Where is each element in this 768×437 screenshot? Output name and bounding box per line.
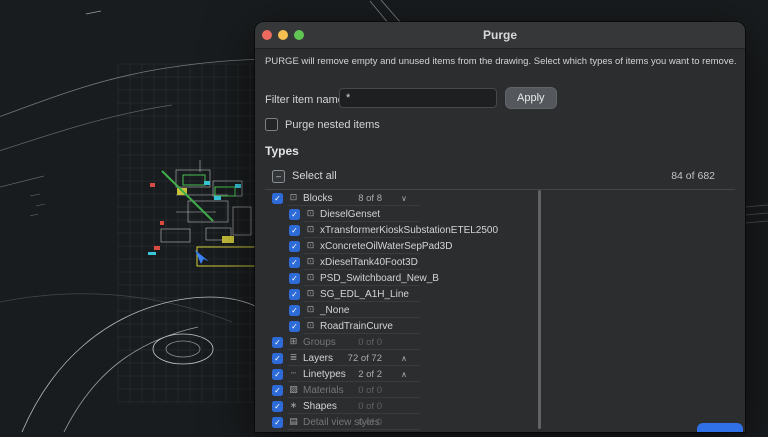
apply-button[interactable]: Apply [505, 87, 557, 109]
zoom-button[interactable] [294, 30, 304, 40]
chevron-up-icon[interactable]: ∧ [397, 370, 411, 379]
type-row-sg-edl-a1h-line[interactable]: ✓ ⊡ SG_EDL_A1H_Line [265, 286, 735, 302]
row-checkbox[interactable]: ✓ [272, 192, 283, 204]
row-count: 8 of 8 [358, 192, 382, 204]
row-checkbox[interactable]: ✓ [289, 272, 300, 284]
type-row-layers[interactable]: ✓ ≣ Layers 72 of 72 ∧ [265, 350, 735, 366]
row-checkbox[interactable]: ✓ [289, 304, 300, 316]
type-row-xdieseltank40foot3d[interactable]: ✓ ⊡ xDieselTank40Foot3D [265, 254, 735, 270]
shape-icon: ∗ [289, 401, 298, 411]
row-checkbox[interactable]: ✓ [272, 368, 283, 380]
row-label: Layers [303, 352, 334, 364]
row-checkbox[interactable]: ✓ [272, 352, 283, 364]
group-icon: ⊞ [289, 337, 298, 347]
purge-button[interactable] [697, 423, 743, 432]
row-label: PSD_Switchboard_New_B [320, 272, 439, 284]
row-count: 0 of 0 [358, 336, 382, 348]
type-row-xtransformerkiosksubstationetel2500[interactable]: ✓ ⊡ xTransformerKioskSubstationETEL2500 [265, 222, 735, 238]
row-label: Blocks [303, 192, 333, 204]
row-checkbox[interactable]: ✓ [289, 288, 300, 300]
select-all-row[interactable]: – Select all [265, 168, 337, 184]
block-icon: ⊡ [306, 257, 315, 267]
filter-label: Filter item names [265, 94, 350, 106]
filter-input[interactable] [339, 88, 497, 108]
types-heading: Types [265, 144, 299, 158]
row-checkbox[interactable]: ✓ [272, 336, 283, 348]
select-all-checkbox[interactable]: – [272, 169, 285, 183]
row-label: _None [320, 304, 350, 316]
dialog-titlebar[interactable]: Purge [255, 22, 745, 49]
row-count: 72 of 72 [347, 352, 382, 364]
type-row-blocks[interactable]: ✓ ⊡ Blocks 8 of 8 ∨ [265, 190, 735, 206]
block-icon: ⊡ [306, 321, 315, 331]
row-checkbox[interactable]: ✓ [289, 224, 300, 236]
row-label: SG_EDL_A1H_Line [320, 288, 409, 300]
minimize-button[interactable] [278, 30, 288, 40]
traffic-lights [262, 30, 304, 40]
row-label: RoadTrainCurve [320, 320, 393, 332]
purge-nested-label: Purge nested items [285, 118, 380, 131]
purge-nested-row[interactable]: Purge nested items [265, 118, 380, 131]
type-row-xconcreteoilwaterseppad3d[interactable]: ✓ ⊡ xConcreteOilWaterSepPad3D [265, 238, 735, 254]
row-label: Shapes [303, 400, 337, 412]
type-row-materials[interactable]: ✓ ▨ Materials 0 of 0 [265, 382, 735, 398]
type-row-detail-view-styles[interactable]: ✓ ▤ Detail view styles 0 of 0 [265, 414, 735, 430]
row-count: 0 of 0 [358, 416, 382, 428]
chevron-up-icon[interactable]: ∧ [397, 354, 411, 363]
type-row-roadtraincurve[interactable]: ✓ ⊡ RoadTrainCurve [265, 318, 735, 334]
block-icon: ⊡ [306, 289, 315, 299]
row-count: 2 of 2 [358, 368, 382, 380]
dialog-content: PURGE will remove empty and unused items… [255, 49, 745, 432]
row-label: Materials [303, 384, 344, 396]
dialog-description: PURGE will remove empty and unused items… [265, 56, 737, 67]
block-icon: ⊡ [306, 273, 315, 283]
row-checkbox[interactable]: ✓ [289, 256, 300, 268]
type-row-groups[interactable]: ✓ ⊞ Groups 0 of 0 [265, 334, 735, 350]
close-button[interactable] [262, 30, 272, 40]
row-count: 0 of 0 [358, 384, 382, 396]
row-checkbox[interactable]: ✓ [272, 400, 283, 412]
types-list: ✓ ⊡ Blocks 8 of 8 ∨ ✓ ⊡ DieselGenset ✓ ⊡ xTransfor… [265, 190, 735, 432]
row-label: xDieselTank40Foot3D [320, 256, 418, 268]
block-icon: ⊡ [306, 209, 315, 219]
linetype-icon: ┄ [290, 369, 297, 379]
row-checkbox[interactable]: ✓ [272, 416, 283, 428]
block-icon: ⊡ [306, 225, 315, 235]
row-label: xConcreteOilWaterSepPad3D [320, 240, 453, 252]
block-icon: ⊡ [306, 241, 315, 251]
row-checkbox[interactable]: ✓ [272, 384, 283, 396]
row-label: xTransformerKioskSubstationETEL2500 [320, 224, 499, 236]
chevron-down-icon[interactable]: ∨ [397, 194, 411, 203]
layers-icon: ≣ [289, 353, 298, 363]
purge-nested-checkbox[interactable] [265, 118, 278, 131]
row-checkbox[interactable]: ✓ [289, 208, 300, 220]
list-scrollbar[interactable] [538, 190, 541, 429]
row-count: 0 of 0 [358, 400, 382, 412]
type-row-dieselgenset[interactable]: ✓ ⊡ DieselGenset [265, 206, 735, 222]
select-all-label: Select all [292, 170, 337, 182]
total-count: 84 of 682 [671, 170, 715, 182]
block-icon: ⊡ [289, 193, 298, 203]
row-checkbox[interactable]: ✓ [289, 240, 300, 252]
row-label: DieselGenset [320, 208, 381, 220]
type-row-shapes[interactable]: ✓ ∗ Shapes 0 of 0 [265, 398, 735, 414]
dialog-title: Purge [482, 28, 517, 42]
detail_view-icon: ▤ [289, 417, 298, 427]
purge-dialog: Purge PURGE will remove empty and unused… [255, 22, 745, 432]
type-row-psd-switchboard-new-b[interactable]: ✓ ⊡ PSD_Switchboard_New_B [265, 270, 735, 286]
type-row-none[interactable]: ✓ ⊡ _None [265, 302, 735, 318]
type-row-linetypes[interactable]: ✓ ┄ Linetypes 2 of 2 ∧ [265, 366, 735, 382]
row-label: Groups [303, 336, 336, 348]
row-checkbox[interactable]: ✓ [289, 320, 300, 332]
material-icon: ▨ [289, 385, 298, 395]
block-icon: ⊡ [306, 305, 315, 315]
